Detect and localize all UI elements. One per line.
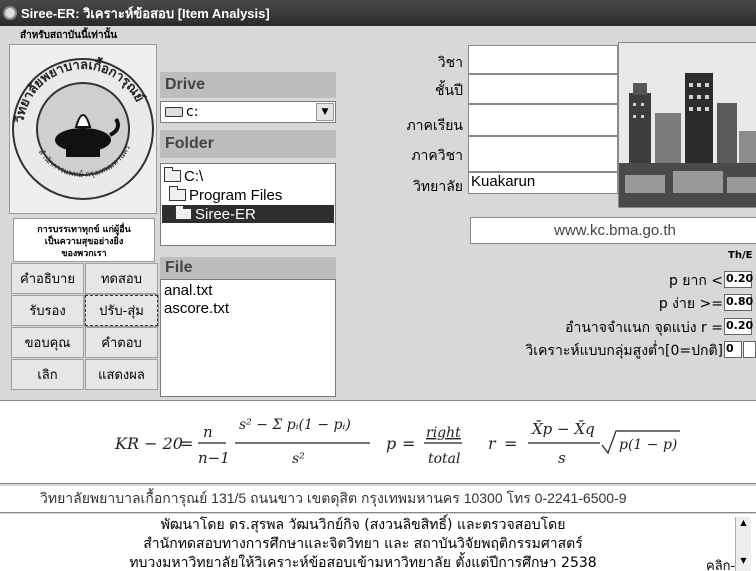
kr-n-minus-1: n−1 xyxy=(198,449,230,467)
term-label: ภาคเรียน xyxy=(406,118,463,134)
year-label: ชั้นปี xyxy=(435,83,463,99)
kr20-label: KR − 20 xyxy=(114,434,183,453)
discrimination-input[interactable]: 0.20 xyxy=(724,318,753,335)
campus-buildings-image xyxy=(619,43,756,207)
year-field[interactable] xyxy=(468,74,618,104)
equals-sign: = xyxy=(504,434,517,453)
p-hard-label: p ยาก < xyxy=(668,273,723,289)
group-analysis-extra[interactable] xyxy=(743,341,756,358)
r-denominator: s xyxy=(558,449,566,467)
subject-field[interactable] xyxy=(468,45,618,74)
folder-list[interactable]: C:\ Program Files Siree-ER xyxy=(160,163,336,246)
adjust-random-button[interactable]: ปรับ-สุ่ม xyxy=(84,294,159,327)
explain-button[interactable]: คำอธิบาย xyxy=(11,263,84,294)
formula-panel: KR − 20 = n n−1 s² − Σ pᵢ(1 − pᵢ) s² p =… xyxy=(0,400,756,484)
folder-item-siree-er[interactable]: Siree-ER xyxy=(162,205,334,223)
file-item[interactable]: ascore.txt xyxy=(164,300,229,317)
quit-button[interactable]: เลิก xyxy=(11,359,84,390)
credits-line: พัฒนาโดย ดร.สุรพล วัฒนวิกย์กิจ (สงวนลิขส… xyxy=(160,517,566,533)
file-list[interactable]: anal.txt ascore.txt xyxy=(160,279,336,397)
department-field[interactable] xyxy=(468,136,618,172)
campus-photo xyxy=(618,42,756,208)
open-folder-icon xyxy=(169,186,186,201)
folder-header: Folder xyxy=(160,130,336,158)
term-field[interactable] xyxy=(468,104,618,136)
motto-box: การบรรเทาทุกข์ แก่ผู้อื่น เป็นความสุขอย่… xyxy=(13,218,155,262)
kr-denominator: s² xyxy=(292,451,305,467)
test-button[interactable]: ทดสอบ xyxy=(85,263,158,294)
open-folder-icon xyxy=(175,205,192,220)
group-analysis-label: วิเคราะห์แบบกลุ่มสูงต่ำ[0=ปกติ] xyxy=(525,343,723,359)
credits-scrollbar[interactable]: ▲ ▼ xyxy=(735,517,751,571)
click-more-label[interactable]: คลิก- xyxy=(706,555,735,571)
show-results-button[interactable]: แสดงผล xyxy=(85,359,158,390)
open-folder-icon xyxy=(164,167,181,182)
group-analysis-input[interactable]: 0 xyxy=(724,341,742,358)
folder-label: Siree-ER xyxy=(195,205,256,223)
r-sqrt-term: p(1 − p) xyxy=(619,437,677,453)
website-link[interactable]: www.kc.bma.go.th xyxy=(470,217,756,244)
app-icon xyxy=(3,6,17,20)
credits-line: สำนักทดสอบทางการศึกษาและจิตวิทยา และ สถา… xyxy=(143,536,583,552)
language-toggle-label[interactable]: Th/E xyxy=(728,250,752,261)
equals-sign: = xyxy=(180,434,193,453)
p-right: right xyxy=(426,425,461,441)
subject-label: วิชา xyxy=(437,55,463,71)
p-symbol: p xyxy=(386,434,396,453)
college-field[interactable]: Kuakarun xyxy=(468,172,618,194)
drive-icon xyxy=(165,107,183,117)
chevron-down-icon[interactable]: ▼ xyxy=(316,103,334,121)
answer-button[interactable]: คำตอบ xyxy=(85,327,158,358)
folder-label: C:\ xyxy=(184,167,204,185)
window-title: Siree-ER: วิเคราะห์ข้อสอบ [Item Analysis… xyxy=(21,5,270,21)
logo-note: สำหรับสถาบันนี้เท่านั้น xyxy=(20,30,118,41)
discrimination-label: อำนาจจำแนก จุดแบ่ง r = xyxy=(565,320,723,336)
folder-item-program-files[interactable]: Program Files xyxy=(169,186,282,204)
equals-sign: = xyxy=(402,434,415,453)
file-header: File xyxy=(160,257,336,279)
kr-n: n xyxy=(203,423,213,441)
credits-box: พัฒนาโดย ดร.สุรพล วัฒนวิกย์กิจ (สงวนลิขส… xyxy=(0,514,756,571)
college-seal-icon: วิทยาลัยพยาบาลเกื้อการุณย์ สำนักการแพทย์… xyxy=(12,55,154,200)
p-easy-label: p ง่าย >= xyxy=(658,296,723,312)
motto-line: เป็นความสุขอย่างยิ่ง xyxy=(44,237,124,247)
file-item[interactable]: anal.txt xyxy=(164,282,212,299)
p-hard-input[interactable]: 0.20 xyxy=(724,271,753,288)
college-address: วิทยาลัยพยาบาลเกื้อการุณย์ 131/5 ถนนขาว … xyxy=(0,486,756,513)
title-bar[interactable]: Siree-ER: วิเคราะห์ข้อสอบ [Item Analysis… xyxy=(0,0,756,26)
r-numerator: X̄p − X̄q xyxy=(531,420,595,438)
r-symbol: r xyxy=(488,434,497,453)
drive-select[interactable]: c: ▼ xyxy=(160,101,336,123)
thanks-button[interactable]: ขอบคุณ xyxy=(11,327,84,358)
college-logo: วิทยาลัยพยาบาลเกื้อการุณย์ สำนักการแพทย์… xyxy=(9,44,157,214)
p-easy-input[interactable]: 0.80 xyxy=(724,294,753,311)
department-label: ภาควิชา xyxy=(411,148,463,164)
scroll-up-icon[interactable]: ▲ xyxy=(736,517,751,529)
kr-numerator: s² − Σ pᵢ(1 − pᵢ) xyxy=(239,417,351,433)
motto-line: ของพวกเรา xyxy=(61,249,107,259)
certify-button[interactable]: รับรอง xyxy=(11,295,84,326)
folder-label: Program Files xyxy=(189,186,283,204)
college-label: วิทยาลัย xyxy=(413,179,463,195)
credits-line: ทบวงมหาวิทยาลัยให้วิเคราะห์ข้อสอบเข้ามหา… xyxy=(129,555,597,571)
folder-item-root[interactable]: C:\ xyxy=(164,167,203,185)
drive-value: c: xyxy=(186,104,199,120)
drive-header: Drive xyxy=(160,72,336,98)
formula-image: KR − 20 = n n−1 s² − Σ pᵢ(1 − pᵢ) s² p =… xyxy=(114,417,680,467)
motto-line: การบรรเทาทุกข์ แก่ผู้อื่น xyxy=(37,225,131,235)
scroll-down-icon[interactable]: ▼ xyxy=(736,555,751,567)
p-total: total xyxy=(428,451,461,467)
